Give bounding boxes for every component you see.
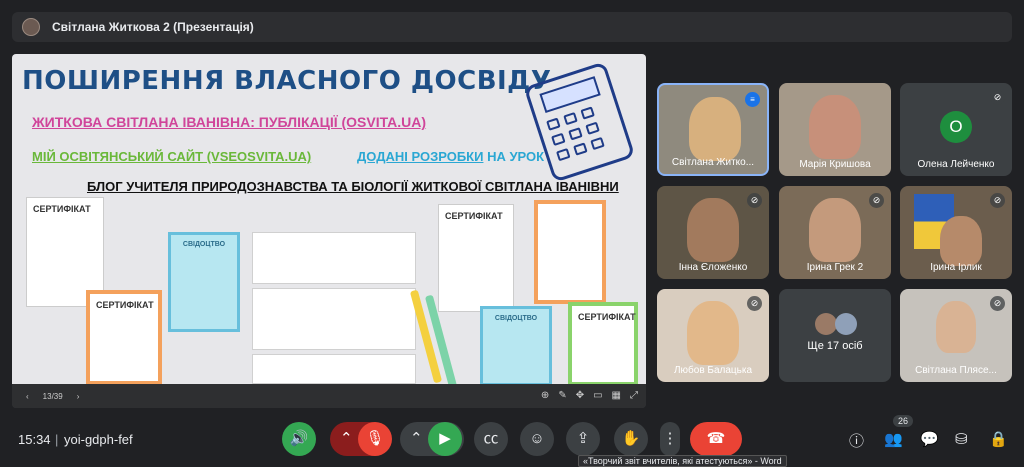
slide: ПОШИРЕННЯ ВЛАСНОГО ДОСВІДУ ЖИТКОВА СВІТЛ… xyxy=(12,54,646,389)
leave-call-button[interactable]: ☎ xyxy=(690,422,742,456)
more-vert-icon: ⋮ xyxy=(662,430,678,447)
chevron-up-icon: ⌃ xyxy=(410,430,423,447)
pen-icon[interactable]: ✎ xyxy=(558,390,566,401)
present-button[interactable]: ⇪ xyxy=(566,422,600,456)
document-card xyxy=(252,232,416,284)
pointer-icon[interactable]: ✥ xyxy=(576,390,584,401)
activities-icon[interactable]: ⛁ xyxy=(955,430,968,448)
participant-video xyxy=(689,97,741,161)
certificate-image: СЕРТИФІКАТ xyxy=(568,302,638,386)
more-participants-tile[interactable]: Ще 17 осіб xyxy=(779,289,891,382)
certificate-image: СЕРТИФІКАТ xyxy=(86,290,162,385)
presenter-bar: Світлана Житкова 2 (Презентація) xyxy=(12,12,1012,42)
slide-heading: ПОШИРЕННЯ ВЛАСНОГО ДОСВІДУ xyxy=(22,66,552,96)
participant-avatar xyxy=(815,313,837,335)
participant-video xyxy=(687,301,739,365)
participant-video xyxy=(940,216,982,266)
audio-button[interactable]: 🔊 xyxy=(282,422,316,456)
grid-icon[interactable]: ▦ xyxy=(612,390,621,401)
slide-page: 13/39 xyxy=(42,391,63,401)
developments-link[interactable]: ДОДАНІ РОЗРОБКИ xyxy=(357,149,483,164)
participant-video xyxy=(809,198,861,262)
reactions-button[interactable]: ☺ xyxy=(520,422,554,456)
participant-video xyxy=(809,95,861,159)
raise-hand-button[interactable]: ✋ xyxy=(614,422,648,456)
mic-off-icon: ⊘ xyxy=(747,193,762,208)
speaking-icon: ≡ xyxy=(745,92,760,107)
certificate-image: СЕРТИФІКАТ xyxy=(438,204,514,312)
present-icon: ⇪ xyxy=(576,430,590,447)
mic-toggle-button[interactable]: 🎙 xyxy=(358,422,392,456)
info-icon[interactable]: ⓘ xyxy=(849,430,864,451)
slide-controls: ‹ 13/39 › ⊕ ✎ ✥ ▭ ▦ ⤢ xyxy=(12,384,646,408)
developments-text: ДОДАНІ РОЗРОБКИ НА УРОК xyxy=(357,149,545,164)
participant-tile[interactable]: ⊘ Ірина Ірлик xyxy=(900,186,1012,279)
participant-video xyxy=(936,301,976,353)
svidotstvo-image: СВІДОЦТВО xyxy=(168,232,240,332)
zoom-icon[interactable]: ⊕ xyxy=(541,390,549,401)
document-card xyxy=(252,288,416,350)
next-slide-icon[interactable]: › xyxy=(77,392,80,401)
participant-tile[interactable]: Марія Кришова xyxy=(779,83,891,176)
svidotstvo-image: СВІДОЦТВО xyxy=(480,306,552,386)
window-tooltip: «Творчий звіт вчителів, які атестуються»… xyxy=(578,455,787,467)
mic-off-icon: ⊘ xyxy=(990,193,1005,208)
camera-icon: ▶ xyxy=(439,430,451,447)
mic-off-icon: 🎙 xyxy=(365,430,385,447)
chat-icon[interactable]: 💬 xyxy=(920,430,939,448)
mic-off-icon: ⊘ xyxy=(990,296,1005,311)
document-card xyxy=(252,354,416,384)
participant-tile[interactable]: ⊘ Інна Єложенко xyxy=(657,186,769,279)
captions-icon[interactable]: ▭ xyxy=(593,390,602,401)
participant-tile[interactable]: ≡ Світлана Житко... xyxy=(657,83,769,176)
captions-icon: ㏄ xyxy=(483,430,499,447)
separator: | xyxy=(55,432,59,447)
publications-link[interactable]: ЖИТКОВА СВІТЛАНА ІВАНІВНА: ПУБЛІКАЦІЇ (O… xyxy=(32,114,426,130)
participant-tile[interactable]: ⊘ Любов Балацька xyxy=(657,289,769,382)
chevron-up-icon: ⌃ xyxy=(340,430,353,447)
participant-tile[interactable]: ⊘ Світлана Плясе... xyxy=(900,289,1012,382)
camera-toggle-button[interactable]: ▶ xyxy=(428,422,462,456)
presenter-avatar xyxy=(22,18,40,36)
certificate-image xyxy=(534,200,606,304)
mic-off-icon: ⊘ xyxy=(747,296,762,311)
hand-icon: ✋ xyxy=(621,430,641,447)
control-bar: 15:34 | yoi-gdph-fef 🔊 ⌃ 🎙 ⌃ ▶ ㏄ ☺ ⇪ ✋ ⋮… xyxy=(0,415,1024,465)
hangup-icon: ☎ xyxy=(706,430,726,447)
prev-slide-icon[interactable]: ‹ xyxy=(26,392,29,401)
participant-tile[interactable]: ⊘ Ірина Грек 2 xyxy=(779,186,891,279)
speaker-icon: 🔊 xyxy=(289,430,309,447)
site-link[interactable]: МІЙ ОСВІТЯНСЬКИЙ САЙТ (VSEOSVITA.UA) xyxy=(32,149,311,164)
presentation-view[interactable]: ПОШИРЕННЯ ВЛАСНОГО ДОСВІДУ ЖИТКОВА СВІТЛ… xyxy=(12,54,646,408)
more-options-button[interactable]: ⋮ xyxy=(660,422,680,456)
fullscreen-icon[interactable]: ⤢ xyxy=(630,390,638,401)
participant-video xyxy=(687,198,739,262)
blog-link[interactable]: БЛОГ УЧИТЕЛЯ ПРИРОДОЗНАВСТВА ТА БІОЛОГІЇ… xyxy=(87,179,619,194)
people-icon[interactable]: 👥 xyxy=(884,430,903,448)
mic-off-icon: ⊘ xyxy=(990,90,1005,105)
host-controls-icon[interactable]: 🔒 xyxy=(989,430,1008,448)
participant-tile[interactable]: ⊘ О Олена Лейченко xyxy=(900,83,1012,176)
people-count-badge: 26 xyxy=(893,415,914,427)
meeting-code: yoi-gdph-fef xyxy=(64,432,133,447)
captions-button[interactable]: ㏄ xyxy=(474,422,508,456)
participant-avatar: О xyxy=(940,111,972,143)
clock: 15:34 xyxy=(18,432,51,447)
mic-off-icon: ⊘ xyxy=(869,193,884,208)
smiley-icon: ☺ xyxy=(529,430,545,447)
presenter-title: Світлана Житкова 2 (Презентація) xyxy=(52,20,254,34)
participant-avatar xyxy=(835,313,857,335)
